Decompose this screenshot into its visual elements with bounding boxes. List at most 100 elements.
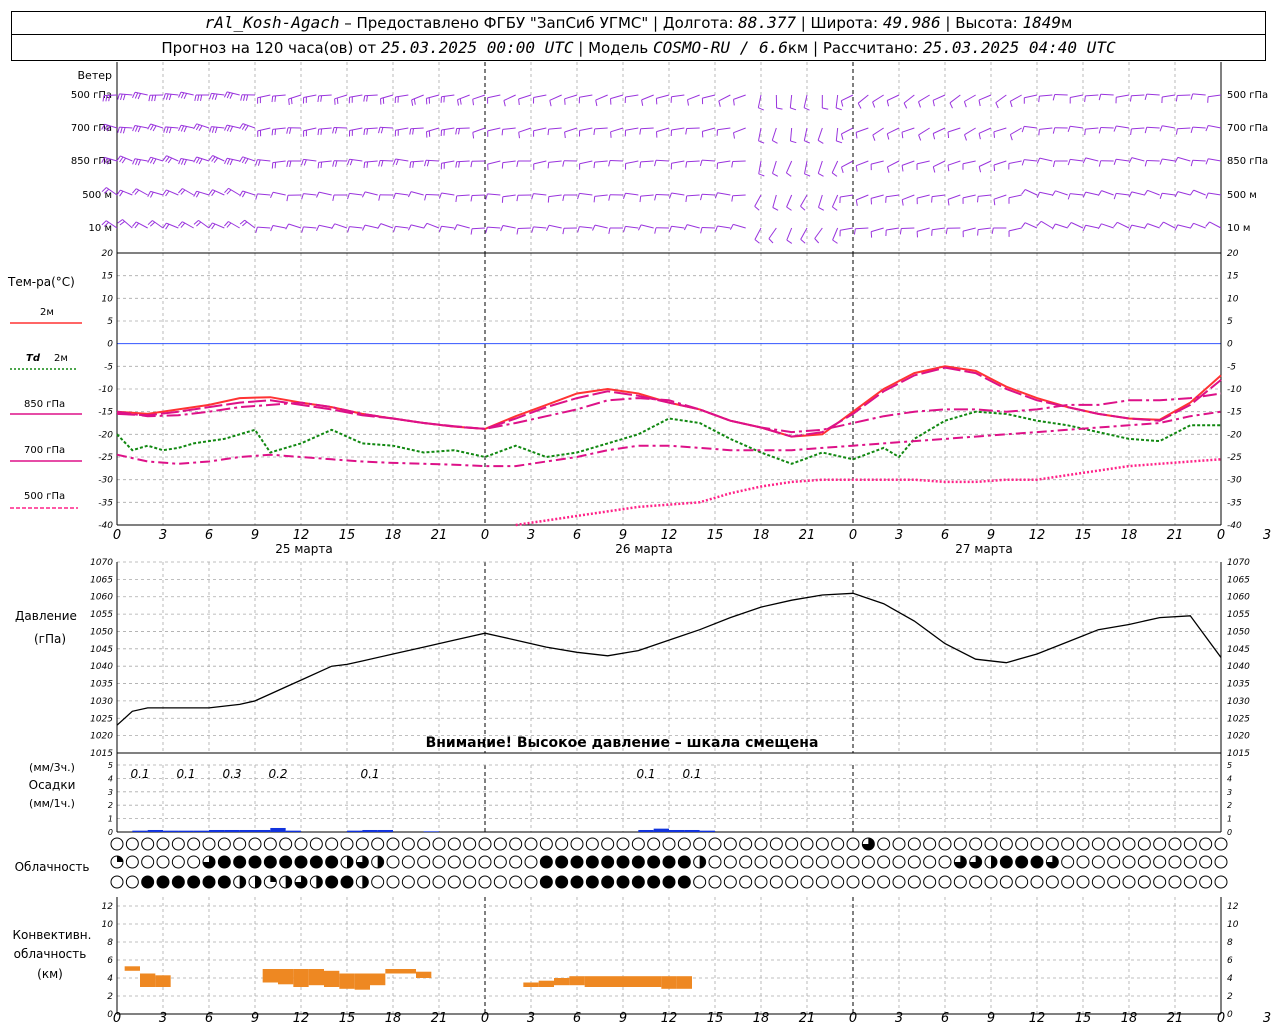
- wind-barb-flag: [149, 221, 156, 227]
- wind-barb-flag: [366, 161, 369, 168]
- wind-barb-flag: [918, 101, 921, 108]
- wind-barb-flag: [147, 220, 153, 226]
- wind-barb-flag: [1051, 190, 1056, 197]
- cloud-fill: [117, 856, 123, 862]
- cloud-circle: [447, 837, 461, 851]
- conv-bar: [416, 971, 432, 978]
- wind-barb: [886, 194, 900, 198]
- wind-barb: [1146, 93, 1160, 96]
- wind-barb-flag: [229, 92, 234, 99]
- wind-barb: [457, 94, 470, 101]
- cloud-circle: [800, 875, 814, 889]
- cloud-circle: [1076, 855, 1090, 869]
- conv-tick-right: 4: [1227, 974, 1233, 984]
- wind-barb-flag: [241, 191, 246, 198]
- cloud-circle: [125, 837, 139, 851]
- wind-barb: [887, 127, 900, 135]
- temp-tick-left: 15: [102, 272, 114, 282]
- wind-barb-flag: [1144, 127, 1148, 134]
- wind-barb-flag: [183, 93, 188, 100]
- x-tick-label-bottom: 6: [573, 1011, 581, 1024]
- wind-barb: [1208, 192, 1222, 196]
- wind-barb-flag: [195, 157, 200, 164]
- cloud-circle: [846, 875, 860, 889]
- wind-barb-flag: [993, 164, 996, 172]
- wind-barb-flag: [531, 226, 534, 233]
- wind-barb: [1008, 194, 1022, 199]
- cloud-circle: [739, 855, 753, 869]
- wind-barb: [886, 94, 900, 101]
- wind-barb-flag: [285, 223, 290, 230]
- cloud-circle: [1030, 855, 1044, 869]
- wind-barb: [472, 94, 486, 100]
- wind-barb-flag: [162, 189, 167, 196]
- wind-barb: [1208, 94, 1222, 98]
- wind-barb-flag: [150, 191, 154, 198]
- wind-barb-flag: [564, 98, 566, 105]
- conv-bar: [324, 970, 340, 987]
- wind-barb-flag: [120, 127, 123, 134]
- wind-barb: [1162, 158, 1176, 162]
- wind-barb-flag: [152, 125, 157, 132]
- conv-bar: [124, 966, 140, 971]
- wind-barb-flag: [336, 97, 339, 104]
- conv-bar: [140, 973, 156, 987]
- wind-barb: [533, 226, 547, 229]
- wind-barb: [947, 194, 961, 200]
- wind-barb-flag: [786, 206, 792, 211]
- wind-barb-flag: [288, 98, 290, 106]
- wind-barb: [687, 94, 700, 101]
- wind-barb-flag: [608, 160, 611, 167]
- wind-barb: [1100, 127, 1114, 129]
- cloud-circle: [1214, 875, 1228, 889]
- cloud-circle: [999, 875, 1013, 889]
- cloud-circle: [1122, 837, 1136, 851]
- wind-barb: [1085, 224, 1099, 229]
- x-tick-label-bottom: 15: [707, 1011, 724, 1024]
- wind-barb: [1192, 126, 1206, 129]
- cloud-circle: [1122, 875, 1136, 889]
- wind-barb: [318, 224, 332, 229]
- cloud-circle: [217, 837, 231, 851]
- temp-tick-left: -30: [98, 476, 113, 486]
- wind-barb: [656, 94, 670, 99]
- x-tick-label-bottom: 21: [1167, 1011, 1184, 1024]
- wind-barb-flag: [564, 131, 566, 139]
- cloud-circle: [1091, 855, 1105, 869]
- cloud-circle: [509, 855, 523, 869]
- wind-barb: [487, 160, 501, 165]
- pres-tick-left: 1040: [90, 662, 113, 672]
- precip-tick-left: 0: [108, 828, 113, 837]
- wind-barb: [717, 160, 731, 164]
- wind-barb-flag: [593, 196, 596, 203]
- wind-barb-flag: [1144, 93, 1148, 101]
- wind-barb-flag: [165, 156, 170, 162]
- cloud-circle: [570, 875, 584, 889]
- cloud-circle: [1061, 837, 1075, 851]
- x-tick-label-bottom: 21: [799, 1011, 816, 1024]
- cloud-circle: [447, 855, 461, 869]
- wind-barb-flag: [855, 199, 858, 206]
- wind-barb-flag: [424, 194, 427, 201]
- wind-barb: [1208, 125, 1222, 129]
- wind-barb: [1162, 94, 1176, 98]
- precip-bar: [347, 830, 363, 832]
- wind-barb: [993, 160, 1007, 166]
- wind-barb-flag: [1130, 128, 1132, 135]
- wind-barb-flag: [995, 102, 999, 109]
- cloud-circle: [723, 875, 737, 889]
- precip-bar: [255, 829, 271, 832]
- cloud-circle: [279, 837, 293, 851]
- temp-tick-right: -20: [1227, 430, 1242, 440]
- conv-bar: [523, 982, 539, 987]
- wind-barb: [901, 127, 915, 133]
- wind-barb-flag: [1128, 157, 1133, 164]
- wind-barb-flag: [501, 162, 504, 169]
- wind-barb-flag: [831, 172, 838, 177]
- wind-barb: [1101, 223, 1114, 229]
- wind-barb-flag: [303, 159, 307, 166]
- wind-barb: [318, 94, 332, 97]
- wind-barb: [686, 127, 700, 129]
- wind-barb: [456, 194, 470, 197]
- wind-barb: [1192, 159, 1206, 162]
